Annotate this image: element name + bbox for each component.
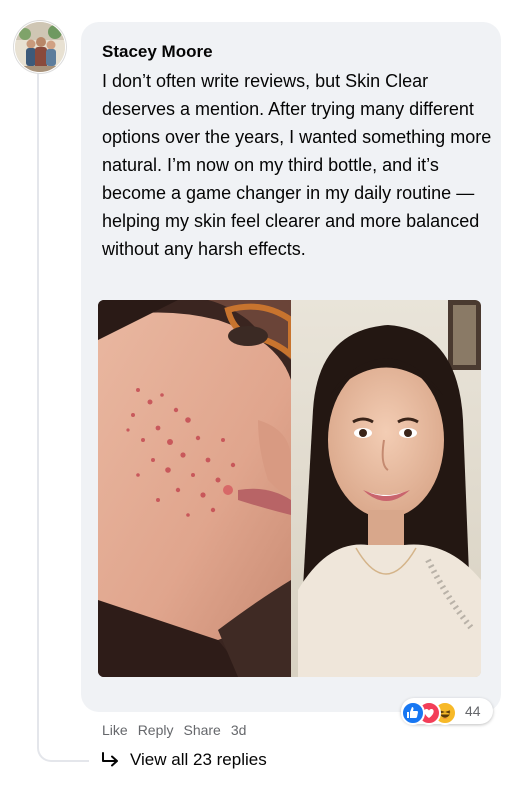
avatar[interactable] <box>15 22 65 72</box>
before-photo-panel <box>98 300 294 677</box>
view-replies-button[interactable]: View all 23 replies <box>100 750 267 770</box>
after-photo-panel <box>291 300 481 677</box>
view-replies-label: View all 23 replies <box>130 750 267 769</box>
reply-button[interactable]: Reply <box>138 722 174 738</box>
comment-text: I don’t often write reviews, but Skin Cl… <box>102 71 492 259</box>
comment-actions: Like Reply Share 3d <box>102 722 246 738</box>
reactions-summary[interactable]: 44 <box>401 698 493 725</box>
comment-bubble: Stacey Moore I don’t often write reviews… <box>81 22 501 712</box>
reply-arrow-icon <box>102 752 118 767</box>
like-button[interactable]: Like <box>102 722 128 738</box>
share-button[interactable]: Share <box>183 722 220 738</box>
like-icon <box>401 701 425 725</box>
timestamp[interactable]: 3d <box>231 722 247 738</box>
comment-author[interactable]: Stacey Moore <box>102 42 213 62</box>
comment-photo[interactable] <box>98 300 481 677</box>
reaction-count: 44 <box>465 703 481 719</box>
profile-photo-icon <box>15 22 65 72</box>
